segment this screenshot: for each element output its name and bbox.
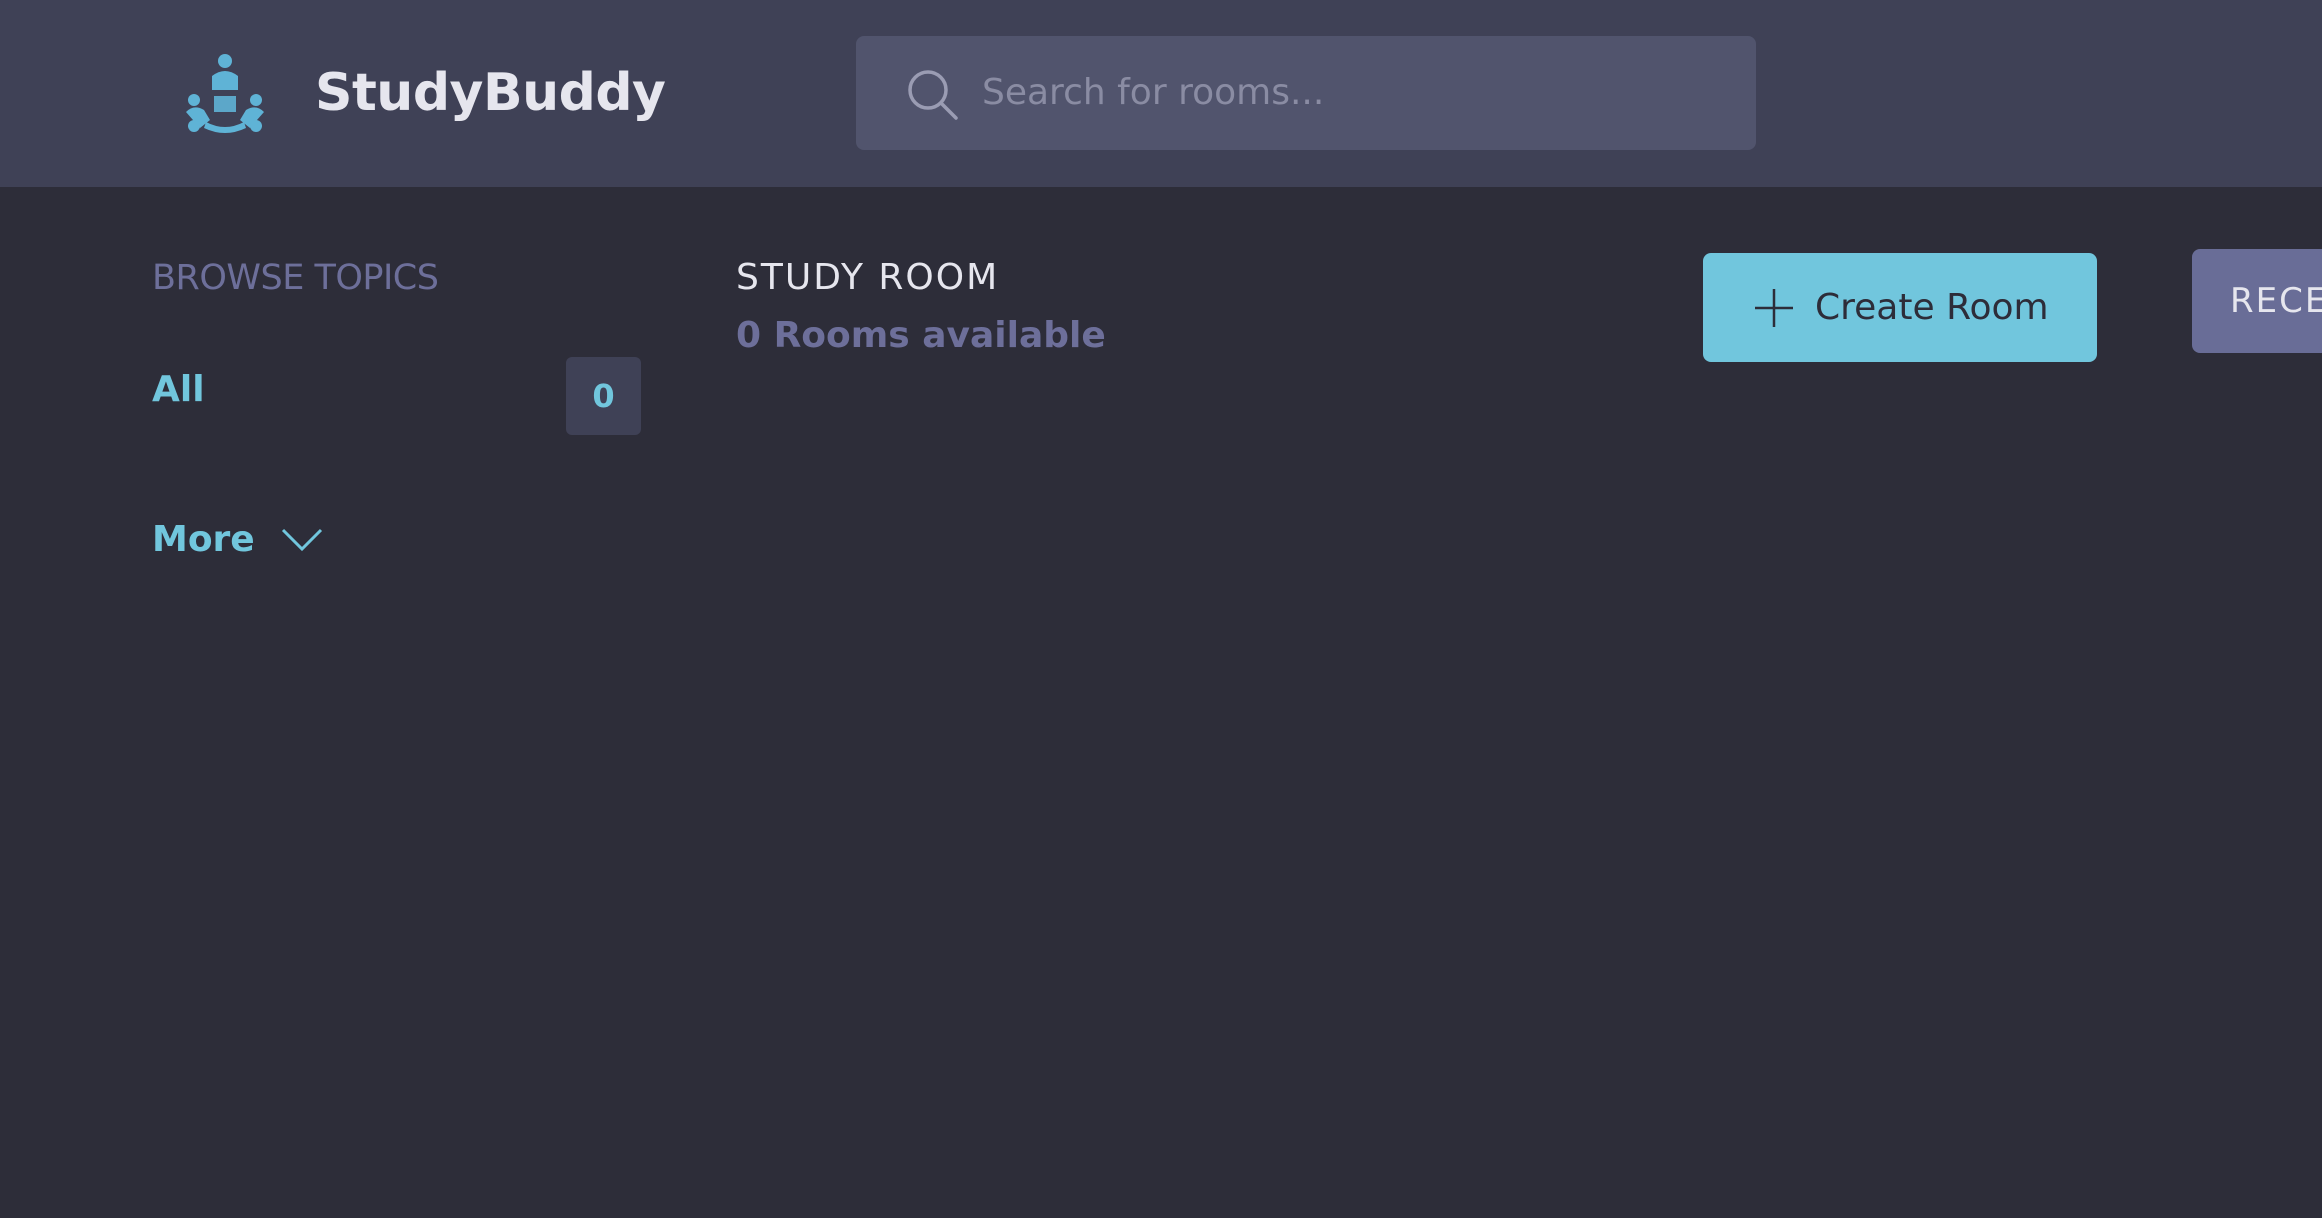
page-title: STUDY ROOM (736, 257, 1000, 298)
rooms-count: 0 Rooms available (736, 315, 1106, 356)
page: StudyBuddy BROWSE TOPICS All 0 More STUD… (0, 0, 2322, 1218)
topic-count-badge: 0 (566, 357, 641, 435)
brand-name[interactable]: StudyBuddy (315, 60, 666, 126)
topic-item-all[interactable]: All (152, 368, 205, 412)
people-group-icon[interactable] (182, 52, 268, 134)
plus-icon (1755, 288, 1793, 327)
more-topics-link[interactable]: More (152, 518, 323, 562)
recent-activities-header: RECE (2192, 249, 2322, 353)
more-label: More (152, 519, 255, 560)
create-room-label: Create Room (1815, 287, 2049, 328)
top-navbar: StudyBuddy (0, 0, 2322, 187)
create-room-button[interactable]: Create Room (1703, 253, 2097, 362)
chevron-down-icon (281, 528, 322, 552)
browse-topics-heading: BROWSE TOPICS (152, 258, 439, 298)
search-input[interactable] (980, 56, 1720, 128)
search-icon (908, 70, 958, 120)
search-bar[interactable] (856, 36, 1756, 150)
